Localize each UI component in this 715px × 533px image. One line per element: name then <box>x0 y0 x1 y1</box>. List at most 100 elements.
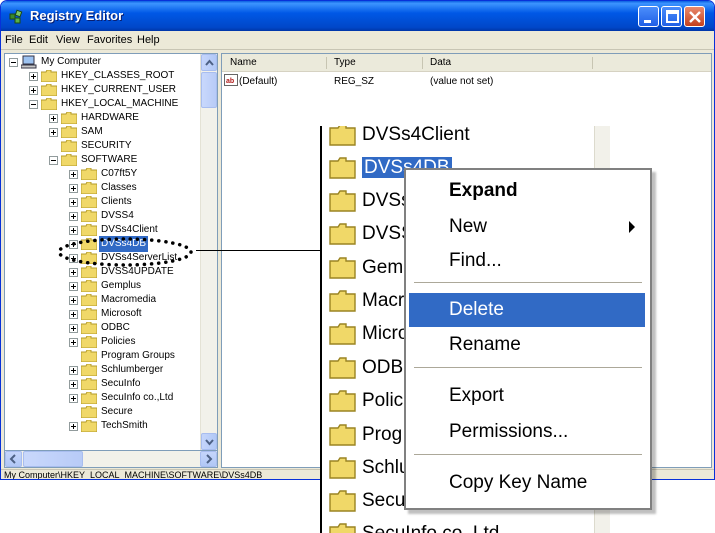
close-button[interactable] <box>684 6 705 27</box>
tree-vertical-scrollbar[interactable] <box>200 54 217 450</box>
folder-icon <box>81 420 97 432</box>
column-header-data[interactable]: Data <box>430 57 451 68</box>
folder-icon <box>81 308 97 320</box>
expand-icon[interactable] <box>29 72 38 81</box>
scroll-up-button[interactable] <box>201 54 217 71</box>
menu-view[interactable]: View <box>56 34 80 46</box>
minimize-button[interactable] <box>638 6 659 27</box>
expand-icon[interactable] <box>69 296 78 305</box>
context-menu-rename[interactable]: Rename <box>409 328 645 362</box>
zoomed-tree-item: DVSs <box>329 186 411 219</box>
zoomed-tree-label: Micro <box>362 323 409 344</box>
folder-icon <box>81 406 97 418</box>
folder-icon <box>329 457 356 479</box>
expand-icon[interactable] <box>69 226 78 235</box>
folder-icon <box>329 323 356 345</box>
column-header-name[interactable]: Name <box>230 57 257 68</box>
expand-icon[interactable] <box>69 282 78 291</box>
column-header-type[interactable]: Type <box>334 57 356 68</box>
list-header: Name Type Data <box>222 54 711 72</box>
menu-separator <box>414 367 642 368</box>
expand-icon[interactable] <box>69 422 78 431</box>
zoomed-tree-label: ODB <box>362 357 404 378</box>
maximize-button[interactable] <box>661 6 682 27</box>
expand-icon[interactable] <box>49 114 58 123</box>
zoomed-tree-label: DVSs4Client <box>362 126 470 145</box>
chevron-up-icon <box>205 59 214 66</box>
expand-icon[interactable] <box>69 366 78 375</box>
folder-icon <box>81 210 97 222</box>
context-menu-permissions[interactable]: Permissions... <box>409 415 645 449</box>
expand-icon[interactable] <box>69 310 78 319</box>
expand-icon[interactable] <box>69 212 78 221</box>
folder-icon <box>61 126 77 138</box>
chevron-left-icon <box>9 454 16 464</box>
expand-icon[interactable] <box>29 86 38 95</box>
folder-icon <box>329 357 356 379</box>
context-menu-find[interactable]: Find... <box>409 244 645 278</box>
value-data: (value not set) <box>430 76 494 87</box>
folder-icon <box>329 523 356 533</box>
context-menu-export[interactable]: Export <box>409 379 645 413</box>
menu-separator <box>414 454 642 455</box>
expand-icon[interactable] <box>69 198 78 207</box>
zoomed-tree-item: Schlu <box>329 453 410 486</box>
string-value-icon: ab <box>224 74 238 86</box>
context-menu: Expand New Find... Delete Rename Export … <box>404 168 652 510</box>
column-divider[interactable] <box>592 57 593 69</box>
folder-icon <box>41 70 57 82</box>
folder-icon <box>329 290 356 312</box>
folder-open-icon <box>41 98 57 110</box>
folder-icon <box>329 490 356 512</box>
expand-icon[interactable] <box>69 394 78 403</box>
zoomed-tree-item: Polic <box>329 386 403 419</box>
folder-icon <box>41 84 57 96</box>
expand-icon[interactable] <box>69 338 78 347</box>
context-menu-new[interactable]: New <box>409 210 645 244</box>
scroll-down-button[interactable] <box>201 433 217 450</box>
collapse-icon[interactable] <box>9 58 18 67</box>
computer-icon <box>21 55 37 69</box>
context-menu-new-label: New <box>449 216 488 237</box>
expand-icon[interactable] <box>69 380 78 389</box>
menu-separator <box>414 282 642 283</box>
tree-horizontal-scrollbar[interactable] <box>4 451 218 468</box>
collapse-icon[interactable] <box>29 100 38 109</box>
expand-icon[interactable] <box>69 170 78 179</box>
folder-icon <box>81 280 97 292</box>
context-menu-delete[interactable]: Delete <box>409 293 645 327</box>
zoomed-tree-item: ODB <box>329 353 403 386</box>
minimize-icon <box>644 20 651 23</box>
zoomed-tree-label: Gem <box>362 257 404 278</box>
expand-icon[interactable] <box>69 324 78 333</box>
menu-help[interactable]: Help <box>137 34 160 46</box>
menu-edit[interactable]: Edit <box>29 34 48 46</box>
menu-file[interactable]: File <box>5 34 23 46</box>
zoomed-tree-label: Secu <box>362 490 406 511</box>
zoomed-tree-item: DVSS <box>329 219 414 252</box>
zoomed-tree-item: Macr <box>329 286 404 319</box>
zoomed-tree-label: Macr <box>362 290 405 311</box>
folder-icon <box>81 322 97 334</box>
expand-icon[interactable] <box>69 184 78 193</box>
folder-icon <box>81 294 97 306</box>
scroll-right-button[interactable] <box>200 451 217 467</box>
collapse-icon[interactable] <box>49 156 58 165</box>
folder-open-icon <box>329 157 356 179</box>
folder-icon <box>329 257 356 279</box>
zoomed-tree-label: SecuInfo co.,Ltd <box>362 523 499 533</box>
column-divider[interactable] <box>326 57 327 69</box>
context-menu-expand[interactable]: Expand <box>409 174 645 208</box>
folder-icon <box>329 390 356 412</box>
title-bar[interactable]: Registry Editor <box>1 1 714 31</box>
status-path: My Computer\HKEY_LOCAL_MACHINE\SOFTWARE\… <box>4 470 263 480</box>
scroll-thumb-horizontal[interactable] <box>23 451 83 467</box>
context-menu-copy-key-name[interactable]: Copy Key Name <box>409 466 645 500</box>
expand-icon[interactable] <box>49 128 58 137</box>
column-divider[interactable] <box>422 57 423 69</box>
registry-editor-icon <box>9 9 23 24</box>
scroll-left-button[interactable] <box>5 451 22 467</box>
menu-favorites[interactable]: Favorites <box>87 34 132 46</box>
expand-icon[interactable] <box>69 268 78 277</box>
scroll-thumb[interactable] <box>201 72 217 108</box>
